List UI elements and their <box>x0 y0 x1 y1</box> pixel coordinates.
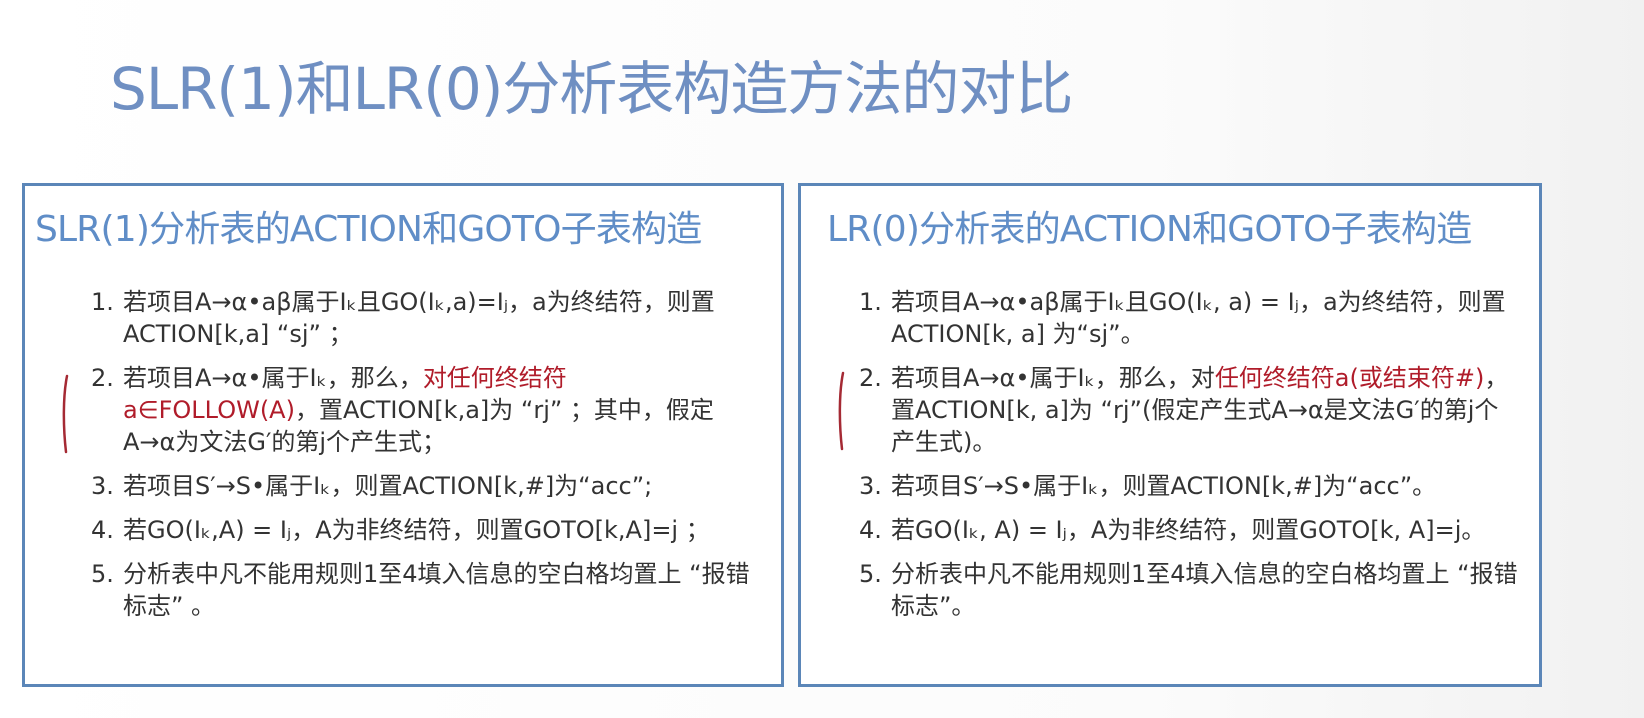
list-item: 3. 若项目S′→S•属于Iₖ，则置ACTION[k,#]为“acc”。 <box>859 470 1519 502</box>
list-item: 5. 分析表中凡不能用规则1至4填入信息的空白格均置上 “报错标志” 。 <box>91 558 761 622</box>
item-number: 4. <box>859 516 882 544</box>
item-number: 2. <box>91 364 114 392</box>
item-number: 1. <box>859 288 882 316</box>
item-text: 分析表中凡不能用规则1至4填入信息的空白格均置上 “报错标志”。 <box>891 560 1518 620</box>
list-item: 3. 若项目S′→S•属于Iₖ，则置ACTION[k,#]为“acc”; <box>91 470 761 502</box>
handwritten-bracket-mark <box>838 371 845 451</box>
item-number: 1. <box>91 288 114 316</box>
item-text: 若项目A→α•aβ属于Iₖ且GO(Iₖ,a)=Iⱼ，a为终结符，则置ACTION… <box>123 288 715 348</box>
item-text-part: 若项目A→α•属于Iₖ，那么，对 <box>891 364 1215 392</box>
item-number: 2. <box>859 364 882 392</box>
item-text: 若GO(Iₖ, A) = Iⱼ，A为非终结符，则置GOTO[k, A]=j。 <box>891 516 1486 544</box>
item-text: 分析表中凡不能用规则1至4填入信息的空白格均置上 “报错标志” 。 <box>123 560 750 620</box>
list-item: 2. 若项目A→α•属于Iₖ，那么，对任何终结符a∈FOLLOW(A)，置ACT… <box>91 362 761 458</box>
slr1-panel-title: SLR(1)分析表的ACTION和GOTO子表构造 <box>35 209 702 250</box>
lr0-rules-list: 1. 若项目A→α•aβ属于Iₖ且GO(Iₖ, a) = Iⱼ，a为终结符，则置… <box>859 286 1519 634</box>
list-item: 2. 若项目A→α•属于Iₖ，那么，对任何终结符a(或结束符#)，置ACTION… <box>859 362 1519 458</box>
item-number: 3. <box>91 472 114 500</box>
list-item: 1. 若项目A→α•aβ属于Iₖ且GO(Iₖ,a)=Iⱼ，a为终结符，则置ACT… <box>91 286 761 350</box>
item-text: 若项目A→α•属于Iₖ，那么，对任何终结符a∈FOLLOW(A)，置ACTION… <box>123 362 761 458</box>
lr0-panel-title: LR(0)分析表的ACTION和GOTO子表构造 <box>827 209 1472 250</box>
list-item: 4. 若GO(Iₖ,A) = Iⱼ，A为非终结符，则置GOTO[k,A]=j ； <box>91 514 761 546</box>
list-item: 1. 若项目A→α•aβ属于Iₖ且GO(Iₖ, a) = Iⱼ，a为终结符，则置… <box>859 286 1519 350</box>
item-number: 4. <box>91 516 114 544</box>
handwritten-bracket-mark <box>62 374 69 454</box>
item-text: 若GO(Iₖ,A) = Iⱼ，A为非终结符，则置GOTO[k,A]=j ； <box>123 516 710 544</box>
highlighted-text: 任何终结符a(或结束符#) <box>1214 364 1485 392</box>
item-text: 若项目A→α•aβ属于Iₖ且GO(Iₖ, a) = Iⱼ，a为终结符，则置ACT… <box>891 288 1506 348</box>
list-item: 5. 分析表中凡不能用规则1至4填入信息的空白格均置上 “报错标志”。 <box>859 558 1519 622</box>
item-number: 3. <box>859 472 882 500</box>
slr1-panel: SLR(1)分析表的ACTION和GOTO子表构造 1. 若项目A→α•aβ属于… <box>22 183 784 687</box>
slide-title: SLR(1)和LR(0)分析表构造方法的对比 <box>110 55 1073 123</box>
item-text-part: 若项目A→α•属于Iₖ，那么， <box>123 364 423 392</box>
item-text: 若项目S′→S•属于Iₖ，则置ACTION[k,#]为“acc”。 <box>891 472 1437 500</box>
lr0-panel: LR(0)分析表的ACTION和GOTO子表构造 1. 若项目A→α•aβ属于I… <box>798 183 1542 687</box>
item-text: 若项目S′→S•属于Iₖ，则置ACTION[k,#]为“acc”; <box>123 472 653 500</box>
item-number: 5. <box>91 560 114 588</box>
slr1-rules-list: 1. 若项目A→α•aβ属于Iₖ且GO(Iₖ,a)=Iⱼ，a为终结符，则置ACT… <box>91 286 761 634</box>
list-item: 4. 若GO(Iₖ, A) = Iⱼ，A为非终结符，则置GOTO[k, A]=j… <box>859 514 1519 546</box>
item-number: 5. <box>859 560 882 588</box>
item-text: 若项目A→α•属于Iₖ，那么，对任何终结符a(或结束符#)，置ACTION[k,… <box>891 362 1519 458</box>
